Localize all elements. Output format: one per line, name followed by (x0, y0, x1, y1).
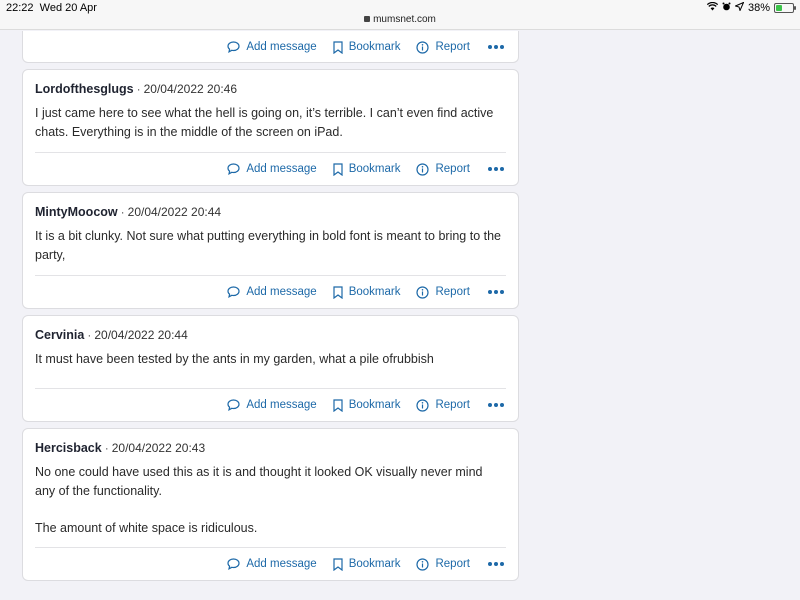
battery-icon (774, 3, 796, 13)
post-header: Lordofthesglugs · 20/04/2022 20:46 (23, 70, 518, 98)
add-message-label: Add message (246, 399, 317, 411)
post-paragraph: No one could have used this as it is and… (35, 465, 483, 498)
info-icon (416, 40, 430, 54)
post-card: Hercisback · 20/04/2022 20:43 No one could… (22, 428, 519, 581)
speech-bubble-icon (227, 163, 240, 175)
post-card: Lordofthesglugs · 20/04/2022 20:46 I just … (22, 69, 519, 186)
report-button[interactable]: Report (416, 285, 470, 299)
separator-dot: · (136, 82, 141, 96)
bookmark-button[interactable]: Bookmark (333, 162, 401, 176)
post-header: MintyMoocow · 20/04/2022 20:44 (23, 193, 518, 221)
more-options-icon[interactable] (488, 403, 504, 407)
post-card: MintyMoocow · 20/04/2022 20:44 It is a bit… (22, 192, 519, 309)
more-options-icon[interactable] (488, 290, 504, 294)
post-card: Cervinia · 20/04/2022 20:44 It must have b… (22, 315, 519, 422)
post-date: 20/04/2022 20:46 (143, 82, 238, 96)
separator-dot: · (104, 441, 109, 455)
info-icon (416, 398, 430, 412)
address-bar[interactable]: mumsnet.com (0, 14, 800, 25)
report-label: Report (435, 558, 470, 570)
post-date: 20/04/2022 20:44 (127, 205, 222, 219)
bookmark-label: Bookmark (348, 558, 401, 570)
add-message-button[interactable]: Add message (227, 399, 317, 411)
post-date: 20/04/2022 20:44 (94, 328, 188, 342)
separator-dot: · (120, 205, 125, 219)
post-paragraph: It is a bit clunky. Not sure what puttin… (35, 229, 501, 262)
separator-dot: · (87, 328, 92, 342)
add-message-button[interactable]: Add message (227, 286, 317, 298)
speech-bubble-icon (227, 399, 240, 411)
add-message-label: Add message (246, 163, 317, 175)
add-message-button[interactable]: Add message (227, 163, 317, 175)
bookmark-button[interactable]: Bookmark (333, 398, 401, 412)
post-author[interactable]: MintyMoocow (35, 205, 118, 219)
post-actions: Add message Bookmark Report (23, 548, 518, 580)
thread-posts: Add message Bookmark Report Lordofthesgl… (22, 31, 519, 587)
post-actions: Add message Bookmark Report (23, 389, 518, 421)
bookmark-label: Bookmark (348, 286, 401, 298)
bookmark-label: Bookmark (348, 399, 401, 411)
bookmark-icon (333, 398, 343, 412)
report-button[interactable]: Report (416, 557, 470, 571)
speech-bubble-icon (227, 41, 240, 53)
status-time: 22:22 Wed 20 Apr (6, 2, 97, 14)
report-button[interactable]: Report (416, 40, 470, 54)
alarm-icon (722, 2, 731, 14)
url-text: mumsnet.com (373, 14, 436, 25)
info-icon (416, 162, 430, 176)
post-paragraph: It must have been tested by the ants in … (35, 352, 434, 366)
bookmark-button[interactable]: Bookmark (333, 40, 400, 54)
post-body: I just came here to see what the hell is… (23, 98, 518, 152)
bookmark-button[interactable]: Bookmark (333, 557, 401, 571)
info-icon (416, 557, 430, 571)
bookmark-button[interactable]: Bookmark (333, 285, 401, 299)
post-actions: Add message Bookmark Report (23, 31, 518, 63)
report-button[interactable]: Report (416, 398, 470, 412)
more-options-icon[interactable] (488, 167, 504, 171)
post-body: It must have been tested by the ants in … (23, 344, 518, 388)
post-author[interactable]: Hercisback (35, 441, 102, 455)
add-message-label: Add message (246, 558, 317, 570)
status-icons: 38% (706, 1, 796, 14)
lock-icon (364, 16, 371, 23)
report-label: Report (435, 286, 470, 298)
more-options-icon[interactable] (488, 45, 504, 49)
post-paragraph: I just came here to see what the hell is… (35, 106, 494, 139)
post-author[interactable]: Cervinia (35, 328, 84, 342)
bookmark-icon (333, 557, 343, 571)
location-icon (733, 1, 745, 14)
post-header: Hercisback · 20/04/2022 20:43 (23, 429, 518, 457)
bookmark-icon (333, 285, 343, 299)
post-body: No one could have used this as it is and… (23, 457, 518, 547)
post-actions: Add message Bookmark Report (23, 153, 518, 185)
report-label: Report (435, 163, 470, 175)
report-label: Report (435, 399, 470, 411)
wifi-icon (706, 1, 719, 14)
post-author[interactable]: Lordofthesglugs (35, 82, 134, 96)
info-icon (416, 285, 430, 299)
status-date: Wed 20 Apr (39, 2, 97, 14)
post-header: Cervinia · 20/04/2022 20:44 (23, 316, 518, 344)
status-bar: 22:22 Wed 20 Apr mumsnet.com 38% (0, 0, 800, 30)
post-date: 20/04/2022 20:43 (111, 441, 206, 455)
report-button[interactable]: Report (416, 162, 470, 176)
speech-bubble-icon (227, 558, 240, 570)
post-card-partial: Add message Bookmark Report (22, 31, 519, 63)
add-message-button[interactable]: Add message (227, 41, 317, 53)
bookmark-icon (333, 40, 343, 54)
bookmark-icon (333, 162, 343, 176)
post-body: It is a bit clunky. Not sure what puttin… (23, 221, 518, 275)
more-options-icon[interactable] (488, 562, 504, 566)
post-paragraph: The amount of white space is ridiculous. (35, 521, 258, 535)
post-actions: Add message Bookmark Report (23, 276, 518, 308)
add-message-button[interactable]: Add message (227, 558, 317, 570)
battery-percent: 38% (747, 2, 770, 14)
speech-bubble-icon (227, 286, 240, 298)
bookmark-label: Bookmark (348, 163, 401, 175)
add-message-label: Add message (246, 286, 317, 298)
